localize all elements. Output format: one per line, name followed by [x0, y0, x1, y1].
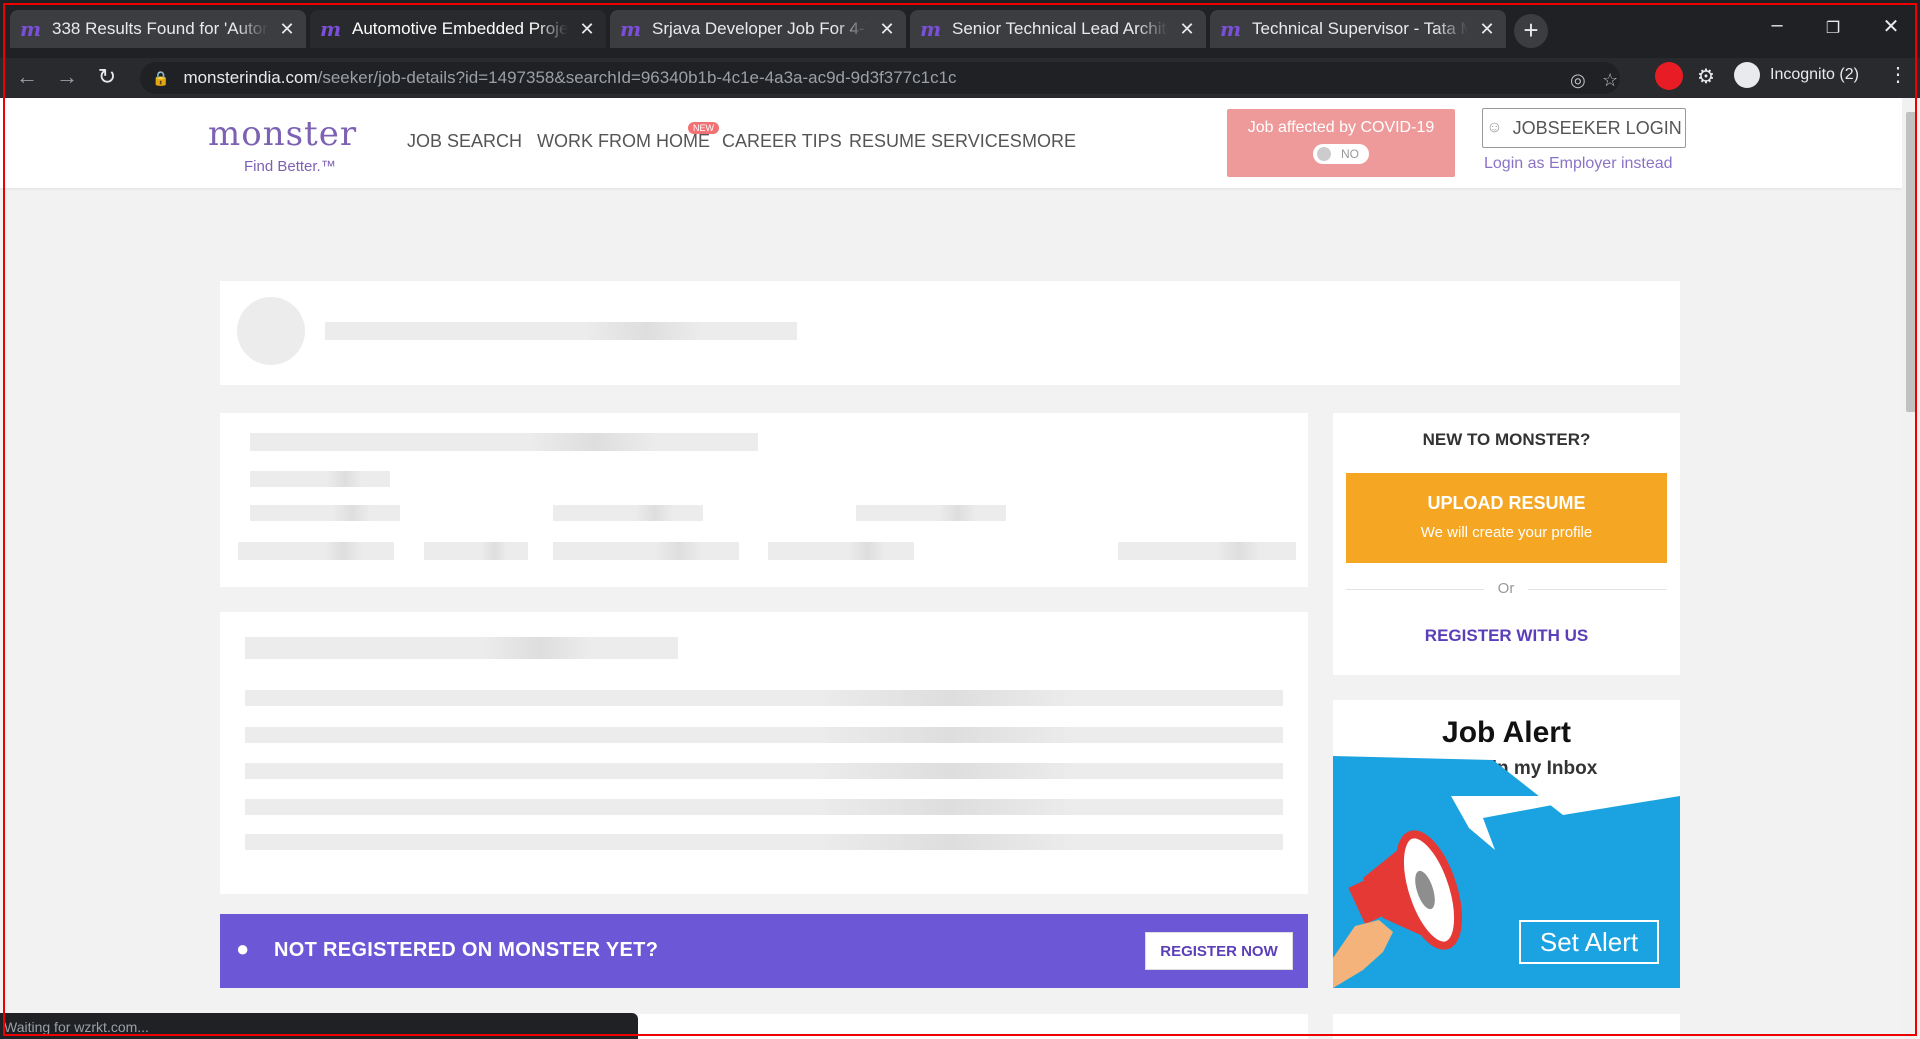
reload-icon[interactable]: ↻ — [92, 64, 122, 90]
skeleton-line — [250, 471, 390, 487]
skeleton-line — [245, 763, 1283, 779]
close-tab-icon[interactable]: ✕ — [1478, 19, 1496, 40]
monster-favicon-icon: m — [620, 17, 642, 41]
lock-icon: 🔒 — [152, 69, 170, 86]
job-alert-banner[interactable]: Job Alert Get Job in my Inbox Set Alert — [1333, 700, 1680, 988]
incognito-icon — [1734, 62, 1760, 88]
extension-icon[interactable] — [1655, 62, 1683, 90]
register-banner: ● NOT REGISTERED ON MONSTER YET? REGISTE… — [220, 914, 1308, 988]
covid-toggle[interactable]: NO — [1313, 144, 1369, 164]
jobseeker-login-button[interactable]: ☺ JOBSEEKER LOGIN — [1482, 108, 1686, 148]
logo-tagline: Find Better.™ — [244, 158, 336, 175]
close-tab-icon[interactable]: ✕ — [578, 19, 596, 40]
browser-tab[interactable]: m 338 Results Found for 'Automotive ✕ — [10, 10, 306, 48]
tab-title: Automotive Embedded Project Manager — [352, 19, 568, 38]
close-tab-icon[interactable]: ✕ — [1178, 19, 1196, 40]
browser-tab[interactable]: m Technical Supervisor - Tata Motors ✕ — [1210, 10, 1506, 48]
covid-label: Job affected by COVID-19 — [1247, 119, 1435, 136]
nav-career-tips[interactable]: CAREER TIPS — [722, 131, 842, 152]
skeleton-line — [856, 505, 1006, 521]
skeleton-line — [553, 542, 739, 560]
scrollbar-thumb[interactable] — [1906, 112, 1916, 412]
monster-favicon-icon: m — [320, 17, 342, 41]
register-banner-text: NOT REGISTERED ON MONSTER YET? — [274, 939, 659, 961]
address-bar[interactable]: 🔒 monsterindia.com/seeker/job-details?id… — [140, 62, 1620, 94]
incognito-profile-button[interactable]: Incognito (2) — [1734, 62, 1859, 88]
close-window-icon[interactable]: ✕ — [1876, 14, 1906, 39]
new-tab-button[interactable]: + — [1514, 14, 1548, 48]
skeleton-job-summary — [220, 413, 1308, 587]
skeleton-line — [768, 542, 914, 560]
skeleton-job-description — [220, 612, 1308, 894]
page-viewport: monster Find Better.™ JOB SEARCH WORK FR… — [0, 98, 1902, 1039]
browser-tab[interactable]: m Senior Technical Lead Architect-Connec… — [910, 10, 1206, 48]
skeleton-line — [245, 637, 678, 659]
user-icon: ☺ — [1486, 119, 1503, 136]
close-tab-icon[interactable]: ✕ — [278, 19, 296, 40]
login-label: JOBSEEKER LOGIN — [1512, 117, 1682, 138]
menu-dots-icon[interactable]: ⋮ — [1888, 62, 1908, 87]
upload-resume-button[interactable]: UPLOAD RESUME We will create your profil… — [1346, 473, 1667, 563]
set-alert-button[interactable]: Set Alert — [1519, 920, 1659, 964]
browser-tabstrip: m 338 Results Found for 'Automotive ✕ m … — [0, 0, 1920, 58]
minimize-icon[interactable]: – — [1762, 14, 1792, 37]
url-host: monsterindia.com — [183, 68, 318, 87]
nav-resume-services[interactable]: RESUME SERVICES — [849, 131, 1022, 152]
or-separator: Or — [1484, 580, 1528, 597]
page-scrollbar[interactable] — [1902, 98, 1920, 1039]
restore-icon[interactable]: ❐ — [1818, 18, 1848, 38]
browser-toolbar: ← → ↻ 🔒 monsterindia.com/seeker/job-deta… — [0, 58, 1920, 98]
skeleton-line — [245, 690, 1283, 706]
new-to-monster-heading: NEW TO MONSTER? — [1422, 430, 1591, 449]
star-bookmark-icon[interactable]: ☆ — [1602, 70, 1618, 91]
skeleton-line — [424, 542, 528, 560]
monster-favicon-icon: m — [920, 17, 942, 41]
browser-tab[interactable]: m Srjava Developer Job For 4-7 Years ✕ — [610, 10, 906, 48]
tab-title: 338 Results Found for 'Automotive — [52, 19, 268, 38]
site-header: monster Find Better.™ JOB SEARCH WORK FR… — [0, 98, 1902, 188]
nav-work-from-home[interactable]: WORK FROM HOME — [537, 131, 710, 152]
employer-login-link[interactable]: Login as Employer instead — [1484, 155, 1673, 173]
close-tab-icon[interactable]: ✕ — [878, 19, 896, 40]
skeleton-line — [325, 322, 797, 340]
new-badge: NEW — [688, 122, 719, 134]
tab-title: Srjava Developer Job For 4-7 Years — [652, 19, 868, 38]
status-bar: Waiting for wzrkt.com... — [0, 1013, 638, 1039]
skeleton-line — [1118, 542, 1296, 560]
skeleton-line — [245, 727, 1283, 743]
user-icon: ● — [236, 936, 250, 961]
skeleton-line — [238, 542, 394, 560]
puzzle-extensions-icon[interactable]: ⚙ — [1697, 64, 1715, 89]
skeleton-line — [245, 834, 1283, 850]
monster-favicon-icon: m — [1220, 17, 1242, 41]
skeleton-line — [245, 799, 1283, 815]
upload-resume-subtitle: We will create your profile — [1420, 524, 1593, 541]
skeleton-company-card — [220, 281, 1680, 385]
skeleton-avatar — [237, 297, 305, 365]
skeleton-line — [250, 433, 758, 451]
new-to-monster-card: NEW TO MONSTER? UPLOAD RESUME We will cr… — [1333, 413, 1680, 675]
skeleton-line — [553, 505, 703, 521]
nav-job-search[interactable]: JOB SEARCH — [407, 131, 522, 152]
back-arrow-icon[interactable]: ← — [12, 64, 42, 90]
upload-resume-title: UPLOAD RESUME — [1427, 493, 1586, 513]
covid-toggle-box[interactable]: Job affected by COVID-19 NO — [1227, 109, 1455, 177]
nav-more[interactable]: MORE — [1022, 131, 1076, 152]
register-now-button[interactable]: REGISTER NOW — [1145, 932, 1293, 970]
monster-logo[interactable]: monster Find Better.™ — [208, 114, 358, 175]
tab-title: Senior Technical Lead Architect-Connecte… — [952, 19, 1168, 38]
url-path: /seeker/job-details?id=1497358&searchId=… — [317, 68, 957, 87]
browser-tab-active[interactable]: m Automotive Embedded Project Manager ✕ — [310, 10, 606, 48]
tab-title: Technical Supervisor - Tata Motors — [1252, 19, 1468, 38]
logo-word: monster — [208, 114, 358, 154]
skeleton-line — [250, 505, 400, 521]
sidebar-card-partial — [1333, 1014, 1680, 1039]
profile-label: Incognito (2) — [1770, 66, 1859, 83]
eye-off-icon[interactable]: ◎ — [1570, 70, 1586, 91]
forward-arrow-icon[interactable]: → — [52, 64, 82, 90]
monster-favicon-icon: m — [20, 17, 42, 41]
register-with-us-link[interactable]: REGISTER WITH US — [1333, 626, 1680, 646]
